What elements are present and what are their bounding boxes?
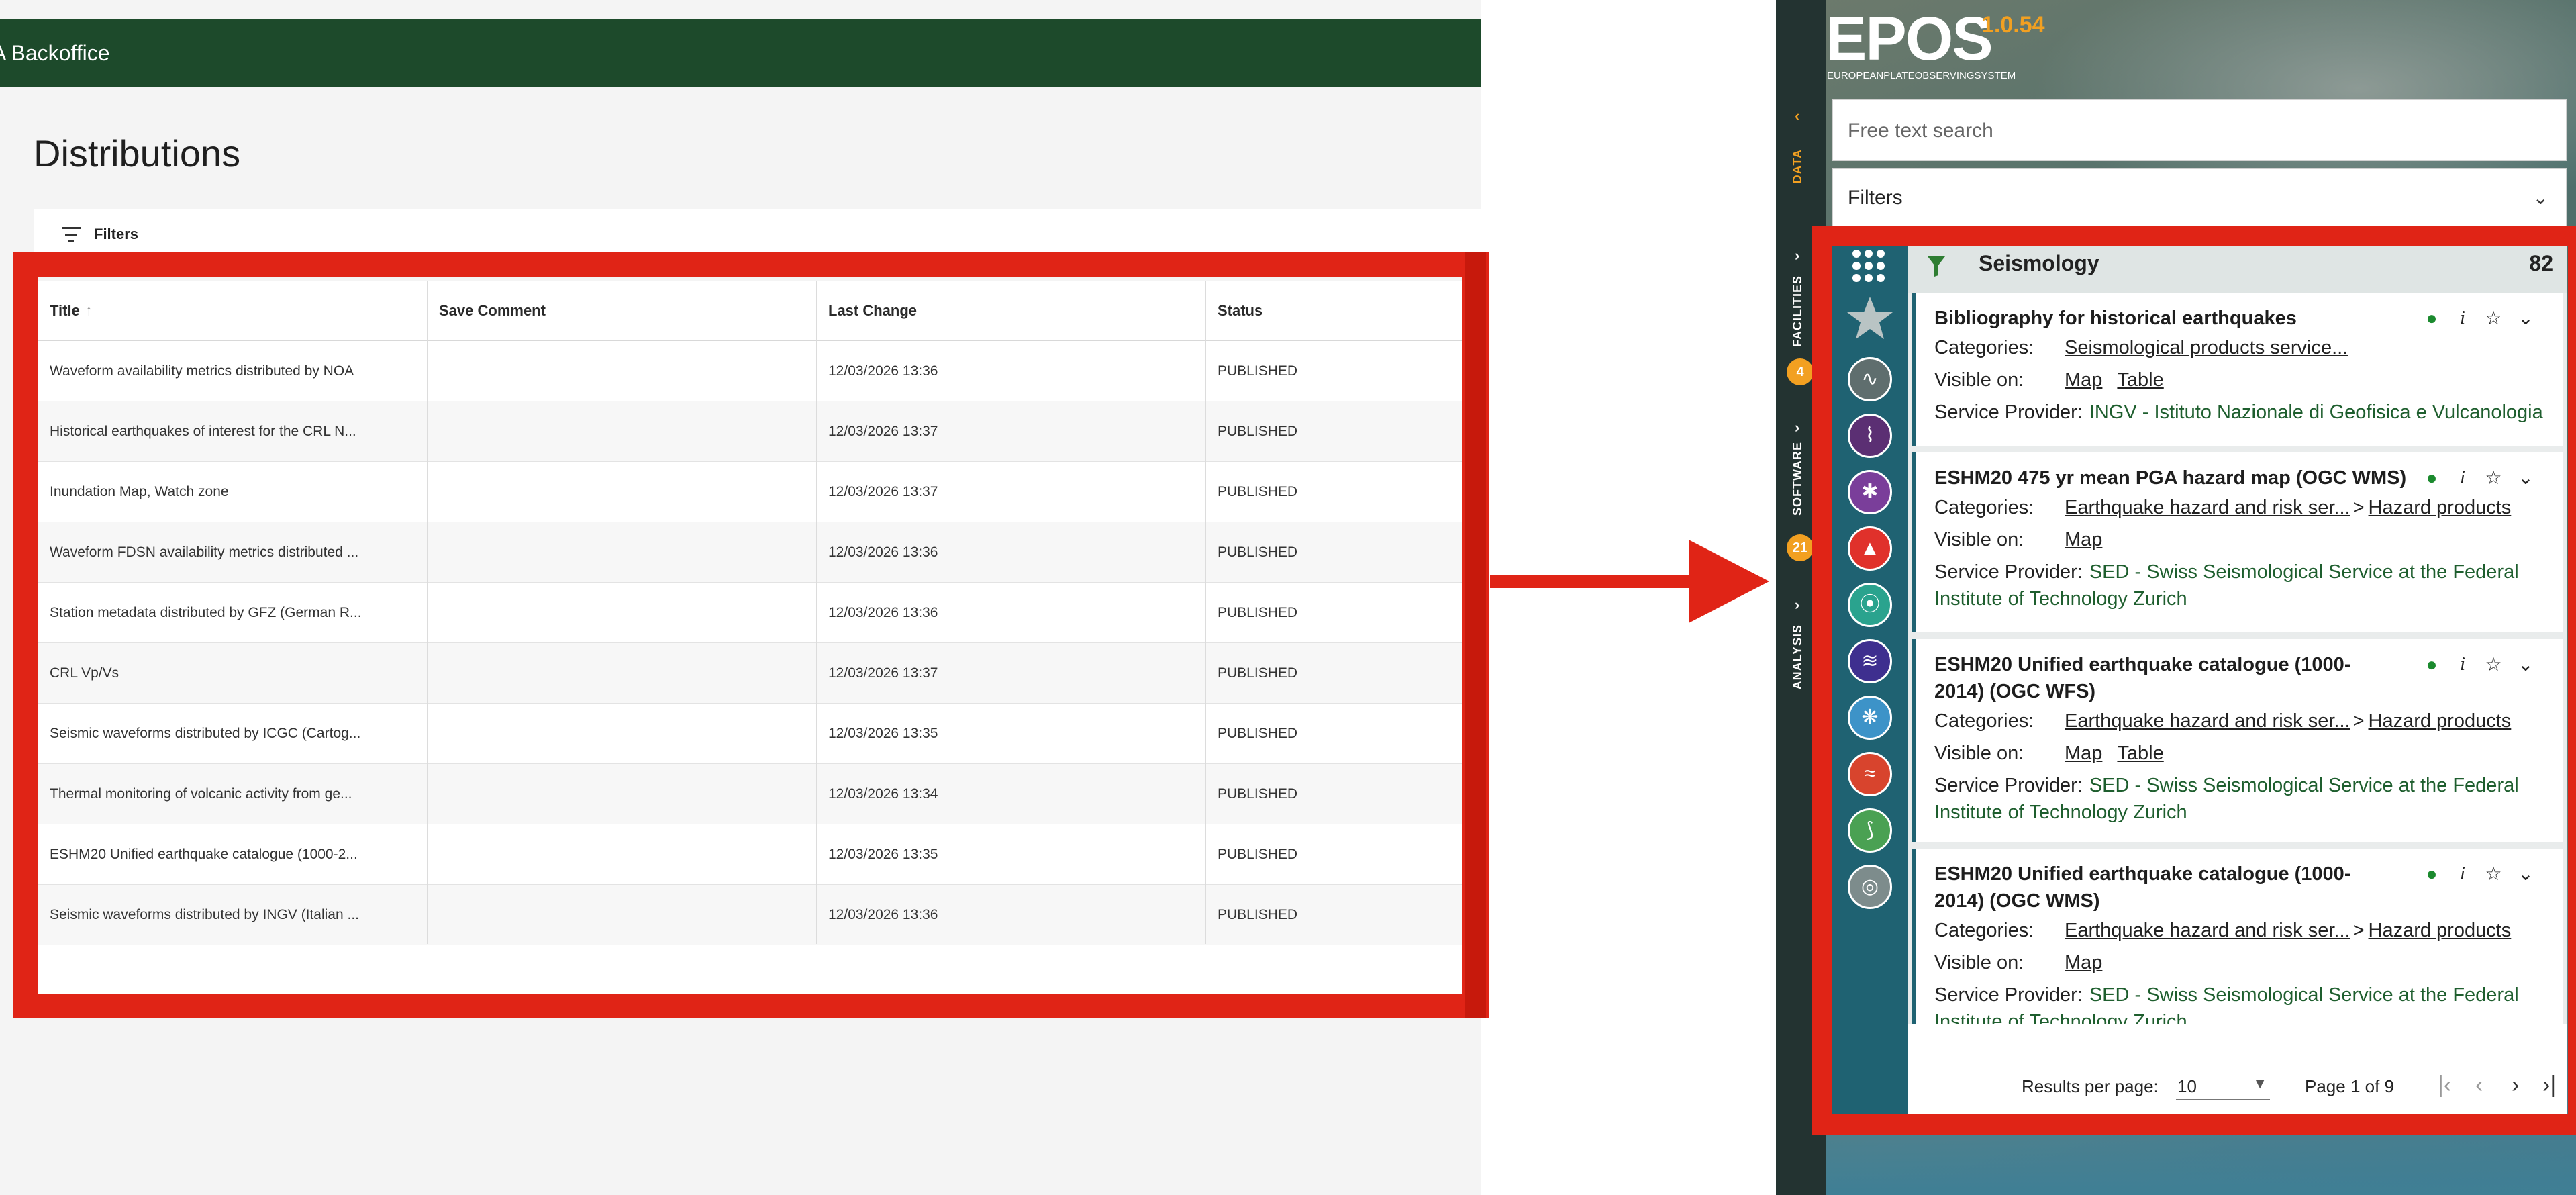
chevron-down-icon[interactable]: ⌄ (2533, 169, 2548, 228)
chevron-left-icon[interactable]: ‹ (1795, 107, 1799, 125)
highlight-box-left-edge (1465, 252, 1486, 1018)
chevron-right-icon[interactable]: › (1795, 596, 1799, 614)
highlight-box-right-edge (2568, 226, 2576, 1135)
tab-facilities[interactable]: › FACILITIES (1785, 247, 1815, 357)
tab-analysis[interactable]: › ANALYSIS (1785, 596, 1815, 706)
chevron-right-icon[interactable]: › (1795, 419, 1799, 436)
highlight-box-right (1812, 226, 2576, 1135)
chevron-right-icon[interactable]: › (1795, 247, 1799, 265)
page-title: Distributions (34, 132, 241, 175)
filters-label: Filters (1848, 187, 1903, 209)
version-label: 1.0.54 (1981, 12, 2045, 38)
search-input[interactable]: Free text search (1832, 99, 2567, 161)
filters-button[interactable]: Filters (94, 226, 138, 243)
facilities-count-badge: 4 (1787, 358, 1814, 385)
epos-logo: EPOS EUROPEANPLATEOBSERVINGSYSTEM 1.0.54 (1826, 5, 2045, 81)
tab-data[interactable]: ‹ DATA (1785, 107, 1815, 195)
app-title: A Backoffice (0, 41, 110, 65)
filter-icon[interactable] (62, 227, 81, 243)
transition-arrow-icon (1490, 540, 1769, 623)
backoffice-app: A Backoffice Distributions Filters Title… (0, 0, 1489, 1195)
app-header: A Backoffice (0, 19, 1481, 87)
filters-dropdown[interactable]: Filters ⌄ (1832, 168, 2567, 227)
tab-software[interactable]: › SOFTWARE (1785, 419, 1815, 522)
highlight-box-left (13, 252, 1489, 1018)
software-count-badge: 21 (1787, 534, 1814, 561)
